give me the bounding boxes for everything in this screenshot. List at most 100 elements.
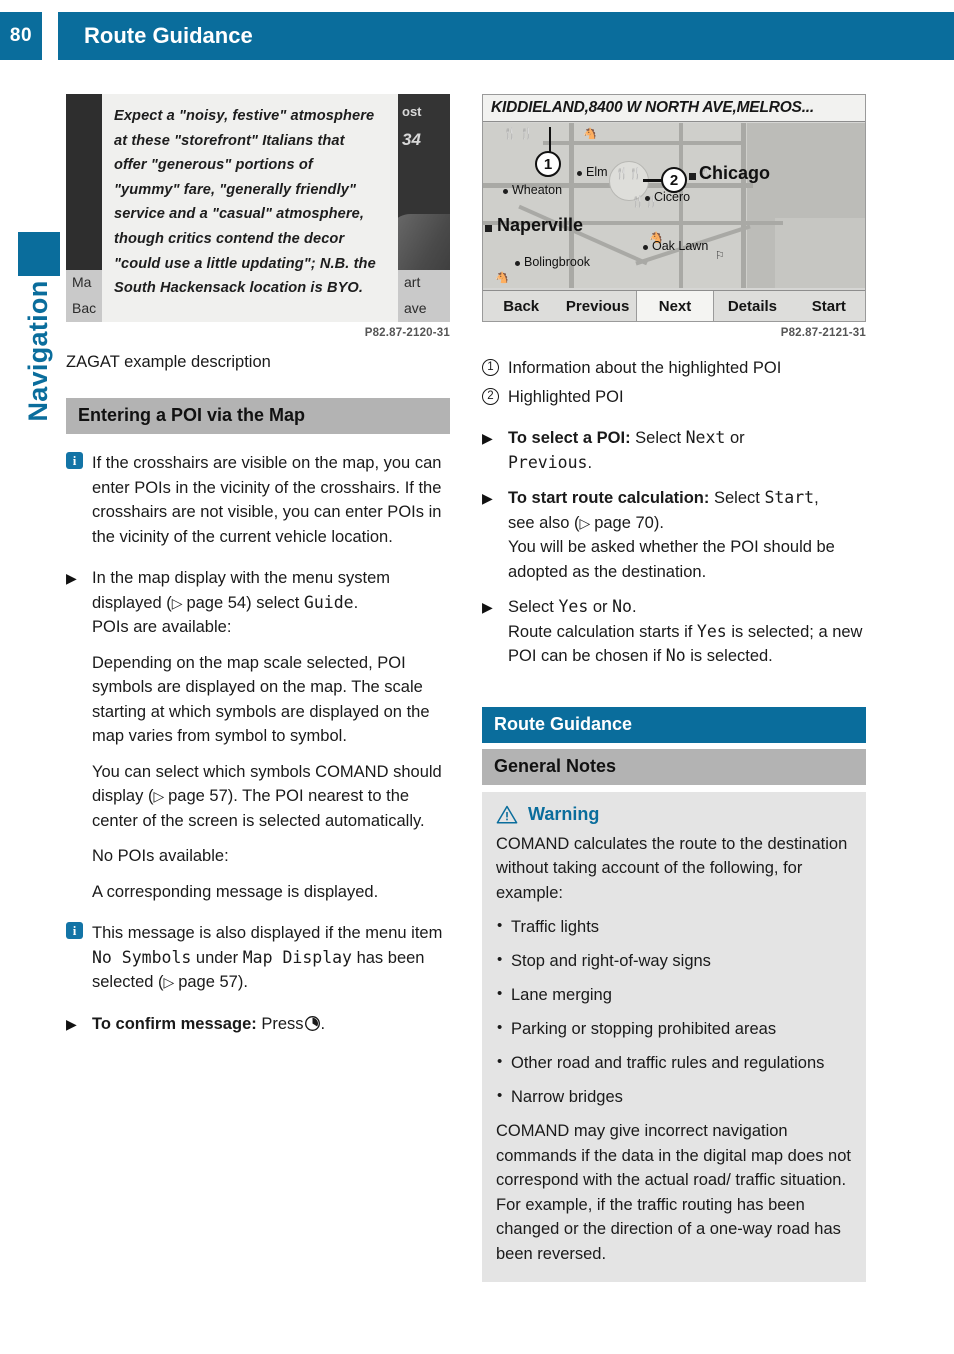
step-pre: Select [508, 598, 559, 616]
poi-symbol-icon: 🐴 [495, 272, 509, 284]
step-mid: or [588, 598, 613, 616]
legend-text: Highlighted POI [508, 387, 624, 406]
legend-number-icon: 1 [482, 357, 502, 376]
warning-list-item: Traffic lights [496, 914, 852, 939]
step-text-post: . [353, 593, 359, 612]
paragraph-map-scale: Depending on the map scale selected, POI… [66, 651, 450, 749]
triangle-bullet-icon: ▶ [482, 490, 493, 506]
info-note-text: If the crosshairs are visible on the map… [92, 454, 442, 546]
page-reference: page 57 [168, 787, 228, 805]
warning-triangle-icon [496, 805, 518, 823]
figure-map: KIDDIELAND,8400 W NORTH AVE,MELROS... 🍴🍴… [482, 94, 866, 339]
warning-intro: COMAND calculates the route to the desti… [496, 834, 848, 902]
triangle-bullet-icon: ▶ [482, 599, 493, 615]
info-note-no-symbols: i This message is also displayed if the … [66, 921, 450, 995]
info-pre: This message is also displayed if the me… [92, 924, 443, 942]
step-pre: Select [635, 429, 686, 447]
poi-symbol-icon: 🍴 🍴 [503, 128, 534, 140]
city-marker [503, 189, 508, 194]
menu-label-back: Bac [72, 300, 97, 316]
menu-label-save: ave [404, 300, 427, 316]
warning-box: Warning COMAND calculates the route to t… [482, 791, 866, 1282]
legend-item-2: 2 Highlighted POI [482, 385, 866, 410]
step-text: To select a POI: Select Next or Previous… [508, 426, 866, 475]
callout-marker-1: 1 [535, 151, 561, 177]
city-marker [515, 261, 520, 266]
paragraph-text: You can select which symbols COMAND shou… [92, 760, 450, 834]
step-lead-in: To confirm message: [92, 1014, 257, 1033]
map-button-start[interactable]: Start [791, 298, 865, 315]
info-end: ). [237, 973, 248, 991]
step-mid: or [725, 429, 745, 447]
map-poi-title: KIDDIELAND,8400 W NORTH AVE,MELROS... [483, 95, 865, 122]
step-select-guide: ▶ In the map display with the menu syste… [66, 566, 450, 640]
map-screenshot: KIDDIELAND,8400 W NORTH AVE,MELROS... 🍴🍴… [482, 94, 866, 322]
step-post: , [814, 489, 819, 507]
menu-item-next: Next [685, 428, 726, 447]
page-title: Route Guidance [58, 12, 954, 60]
map-button-next[interactable]: Next [635, 290, 715, 321]
edge-fragment-top-right: ost [402, 104, 422, 119]
page-ref-arrow-icon: ▷ [153, 788, 169, 804]
page-number: 80 [0, 12, 42, 60]
zagat-line: South Hackensack location is BYO. [114, 280, 364, 297]
right-column: KIDDIELAND,8400 W NORTH AVE,MELROS... 🍴🍴… [482, 94, 866, 1282]
paragraph-symbol-selection: You can select which symbols COMAND shou… [66, 760, 450, 834]
info-icon: i [66, 922, 86, 940]
poi-symbol-icon: ⚐ [715, 250, 725, 262]
city-marker [643, 245, 648, 250]
map-canvas: 🍴🍴 🍴 🍴 🐴 🍴🍴 🐴 🐴 ⚐ 🍴🍴 Elm Chicago Wheaton… [483, 123, 865, 288]
legend-item-1: 1 Information about the highlighted POI [482, 356, 866, 381]
controller-knob-icon [304, 1015, 320, 1031]
city-label: Oak Lawn [652, 239, 709, 253]
page-ref-arrow-icon: ▷ [579, 514, 595, 531]
city-label: Elm [586, 165, 608, 179]
poi-symbol-icon: 🐴 [583, 128, 597, 140]
warning-list-item: Parking or stopping prohibited areas [496, 1016, 852, 1041]
step-text: To start route calculation: Select Start… [508, 486, 866, 584]
triangle-bullet-icon: ▶ [66, 1015, 77, 1032]
zagat-line: "could use a little updating"; N.B. the [114, 255, 376, 272]
zagat-line: "yummy" fare, "generally friendly" [114, 181, 356, 198]
side-tab-chapter-label: Navigation [23, 280, 53, 422]
triangle-bullet-icon: ▶ [66, 570, 77, 586]
zagat-line: offer "generous" portions of [114, 157, 313, 174]
step-text-mid: ) select [246, 593, 304, 612]
paragraph-text: No POIs available: [92, 847, 229, 865]
paragraph-text: A corresponding message is displayed. [92, 882, 379, 901]
step-subtext: POIs are available: [92, 618, 232, 636]
step-confirm-message: ▶ To confirm message: Press. [66, 1012, 450, 1037]
warning-list-item: Stop and right-of-way signs [496, 948, 852, 973]
city-label: Wheaton [512, 183, 563, 197]
step-lead-in: To start route calculation: [508, 489, 710, 507]
warning-list-item: Lane merging [496, 982, 852, 1007]
city-marker [645, 196, 650, 201]
menu-item-map-display: Map Display [242, 947, 352, 967]
map-button-previous[interactable]: Previous [559, 298, 635, 315]
step-lead-in: To select a POI: [508, 429, 631, 447]
map-button-details[interactable]: Details [714, 298, 790, 315]
zagat-line: Expect a "noisy, festive" atmosphere [114, 108, 375, 124]
menu-label-map: Ma [72, 274, 92, 290]
poi-symbol-icon: 🍴🍴 [615, 168, 643, 180]
section-heading-route-guidance: Route Guidance [482, 706, 866, 743]
city-label: Bolingbrook [524, 255, 591, 269]
paragraph-no-pois: No POIs available: [66, 844, 450, 869]
menu-item-guide: Guide [303, 592, 354, 612]
page-reference: page 57 [178, 973, 238, 991]
step-see-also: see also (▷ page 70). [508, 513, 664, 532]
map-button-back[interactable]: Back [483, 298, 559, 315]
step-select-poi: ▶ To select a POI: Select Next or Previo… [482, 426, 866, 475]
step-pre: Select [713, 489, 765, 507]
menu-item-no-symbols: No Symbols [92, 947, 192, 967]
map-road [679, 123, 683, 288]
menu-item-yes: Yes [696, 621, 727, 641]
menu-item-previous: Previous [508, 452, 588, 472]
page-reference: page 70 [594, 513, 654, 532]
left-column: ost 34 Ma art Bac ave Expect a "noisy, f… [66, 94, 450, 1036]
figure-caption: ZAGAT example description [66, 353, 271, 371]
city-marker [689, 173, 696, 180]
map-button-row: Back Previous Next Details Start [483, 290, 865, 321]
warning-outro: COMAND may give incorrect navigation com… [496, 1122, 851, 1263]
step-post: . [631, 598, 637, 616]
